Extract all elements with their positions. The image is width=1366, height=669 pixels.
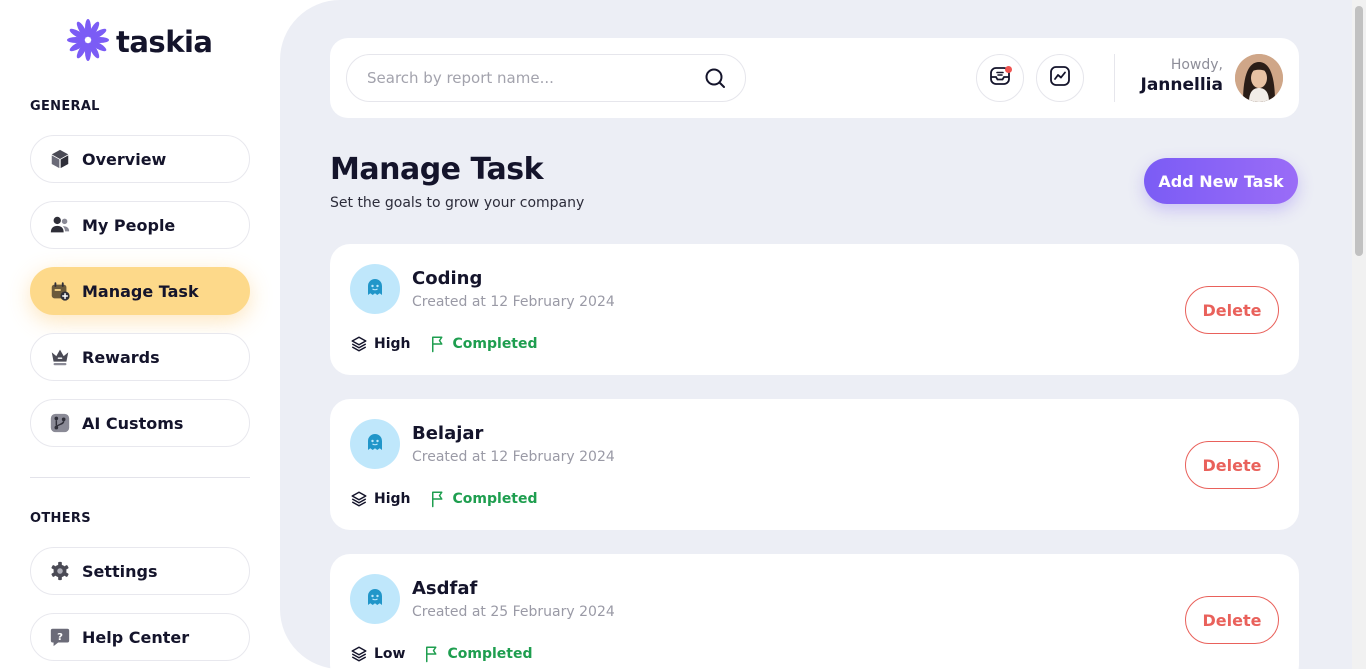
task-status: Completed — [452, 491, 538, 507]
add-new-task-button[interactable]: Add New Task — [1144, 158, 1298, 204]
header-divider — [1114, 54, 1115, 102]
sidebar-item-ai-customs[interactable]: AI Customs — [30, 399, 250, 447]
task-status: Completed — [452, 336, 538, 352]
task-avatar — [350, 264, 400, 314]
task-meta: High Completed — [350, 490, 538, 508]
delete-button[interactable]: Delete — [1185, 441, 1279, 489]
trend-chart-icon — [1048, 64, 1072, 92]
main-content: Howdy, Jannellia Manage Task Set the goa… — [280, 0, 1352, 669]
sidebar-item-label: Settings — [82, 561, 158, 581]
ghost-icon — [363, 585, 387, 613]
general-section-label: GENERAL — [30, 99, 100, 114]
flag-icon — [429, 335, 447, 353]
notification-dot — [1005, 66, 1012, 73]
layers-icon — [350, 490, 368, 508]
people-icon — [49, 214, 71, 236]
notifications-button[interactable] — [976, 54, 1024, 102]
task-name: Asdfaf — [412, 578, 478, 599]
sidebar-item-settings[interactable]: Settings — [30, 547, 250, 595]
sidebar-item-label: Overview — [82, 149, 167, 169]
flower-logo-icon — [66, 18, 110, 66]
app-name: taskia — [116, 25, 213, 59]
page-scrollbar[interactable] — [1352, 0, 1366, 669]
analytics-button[interactable] — [1036, 54, 1084, 102]
sidebar-item-label: Manage Task — [82, 281, 199, 301]
task-card: Asdfaf Created at 25 February 2024 Low C… — [330, 554, 1299, 669]
task-created-date: Created at 25 February 2024 — [412, 604, 615, 620]
task-created-date: Created at 12 February 2024 — [412, 294, 615, 310]
gear-icon — [49, 560, 71, 582]
task-avatar — [350, 419, 400, 469]
delete-button[interactable]: Delete — [1185, 596, 1279, 644]
page-title: Manage Task — [330, 152, 544, 187]
task-card: Coding Created at 12 February 2024 High … — [330, 244, 1299, 375]
sidebar-item-label: Rewards — [82, 347, 160, 367]
svg-text:?: ? — [57, 632, 63, 643]
sidebar-item-rewards[interactable]: Rewards — [30, 333, 250, 381]
task-avatar — [350, 574, 400, 624]
page-subtitle: Set the goals to grow your company — [330, 195, 585, 211]
user-greeting: Howdy, Jannellia — [1141, 57, 1224, 95]
avatar[interactable] — [1235, 54, 1283, 102]
scrollbar-thumb[interactable] — [1355, 6, 1363, 256]
git-branch-icon — [49, 412, 71, 434]
task-priority: High — [374, 336, 411, 352]
sidebar-item-my-people[interactable]: My People — [30, 201, 250, 249]
others-section-label: OTHERS — [30, 511, 91, 526]
flag-icon — [423, 645, 441, 663]
sidebar-divider — [30, 477, 250, 478]
cube-icon — [49, 148, 71, 170]
task-name: Belajar — [412, 423, 484, 444]
ghost-icon — [363, 430, 387, 458]
task-created-date: Created at 12 February 2024 — [412, 449, 615, 465]
search-input[interactable] — [367, 69, 703, 87]
help-chat-icon: ? — [49, 626, 71, 648]
task-meta: High Completed — [350, 335, 538, 353]
sidebar-item-label: AI Customs — [82, 413, 184, 433]
user-name: Jannellia — [1140, 75, 1224, 95]
sidebar-item-overview[interactable]: Overview — [30, 135, 250, 183]
task-priority: High — [374, 491, 411, 507]
logo[interactable]: taskia — [66, 18, 213, 66]
sidebar-item-label: My People — [82, 215, 176, 235]
task-priority: Low — [374, 646, 406, 662]
greeting-text: Howdy, — [1170, 57, 1223, 73]
delete-button[interactable]: Delete — [1185, 286, 1279, 334]
sidebar: taskia GENERAL Overview My People Manage… — [0, 0, 280, 669]
sidebar-item-help-center[interactable]: ? Help Center — [30, 613, 250, 661]
layers-icon — [350, 645, 368, 663]
calendar-add-icon — [49, 280, 71, 302]
task-status: Completed — [447, 646, 533, 662]
flag-icon — [429, 490, 447, 508]
task-name: Coding — [412, 268, 483, 289]
sidebar-item-manage-task[interactable]: Manage Task — [30, 267, 250, 315]
crown-icon — [49, 346, 71, 368]
layers-icon — [350, 335, 368, 353]
task-card: Belajar Created at 12 February 2024 High… — [330, 399, 1299, 530]
top-bar: Howdy, Jannellia — [330, 38, 1299, 118]
search-box[interactable] — [346, 54, 746, 102]
search-icon[interactable] — [703, 66, 727, 90]
ghost-icon — [363, 275, 387, 303]
sidebar-item-label: Help Center — [82, 627, 190, 647]
task-meta: Low Completed — [350, 645, 533, 663]
